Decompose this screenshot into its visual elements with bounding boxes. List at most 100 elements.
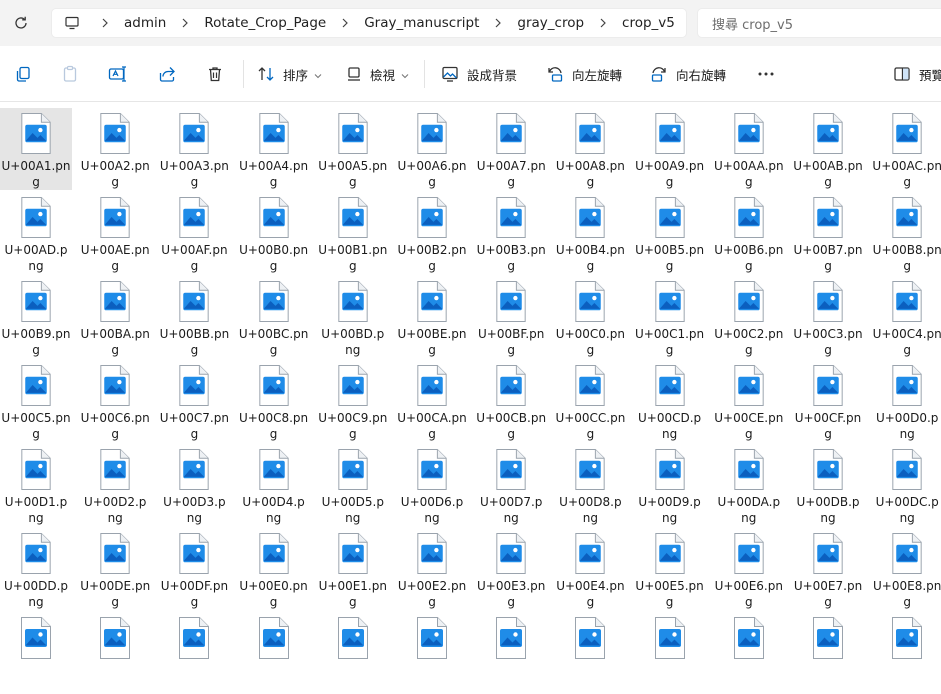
file-item[interactable]: U+00CB.png (475, 360, 547, 442)
file-item-partial[interactable] (238, 612, 310, 694)
file-item[interactable]: U+00AF.png (158, 192, 230, 274)
file-item[interactable]: U+00B2.png (396, 192, 468, 274)
file-item[interactable]: U+00B7.png (792, 192, 864, 274)
view-button[interactable]: 檢視 (346, 61, 409, 87)
copy-button[interactable] (14, 61, 32, 87)
rotate-right-button[interactable]: 向右旋轉 (650, 61, 726, 87)
file-item[interactable]: U+00CC.png (554, 360, 626, 442)
file-item[interactable]: U+00E1.png (317, 528, 389, 610)
search-input[interactable]: 搜尋 crop_v5 (697, 8, 941, 38)
file-item[interactable]: U+00A5.png (317, 108, 389, 190)
file-item[interactable]: U+00BC.png (238, 276, 310, 358)
file-item[interactable]: U+00A2.png (79, 108, 151, 190)
file-item[interactable]: U+00BA.png (79, 276, 151, 358)
breadcrumb-rotate-crop-page[interactable]: Rotate_Crop_Page (204, 15, 326, 31)
file-item[interactable]: U+00CF.png (792, 360, 864, 442)
breadcrumb-crop-v5[interactable]: crop_v5 (622, 15, 675, 31)
file-item[interactable]: U+00C6.png (79, 360, 151, 442)
file-item[interactable]: U+00B1.png (317, 192, 389, 274)
file-item[interactable]: U+00CE.png (713, 360, 785, 442)
file-item[interactable]: U+00C9.png (317, 360, 389, 442)
file-item-partial[interactable] (713, 612, 785, 694)
file-item-partial[interactable] (871, 612, 941, 694)
file-item[interactable]: U+00BE.png (396, 276, 468, 358)
file-item[interactable]: U+00C8.png (238, 360, 310, 442)
file-item[interactable]: U+00C2.png (713, 276, 785, 358)
file-item[interactable]: U+00D0.png (871, 360, 941, 442)
file-item[interactable]: U+00A7.png (475, 108, 547, 190)
file-item[interactable]: U+00AE.png (79, 192, 151, 274)
file-item-partial[interactable] (792, 612, 864, 694)
breadcrumb-gray-manuscript[interactable]: Gray_manuscript (364, 15, 479, 31)
file-item[interactable]: U+00E6.png (713, 528, 785, 610)
file-item-partial[interactable] (317, 612, 389, 694)
file-item[interactable]: U+00E2.png (396, 528, 468, 610)
file-item[interactable]: U+00C4.png (871, 276, 941, 358)
delete-button[interactable] (206, 61, 224, 87)
more-options-button[interactable] (756, 61, 776, 87)
file-item[interactable]: U+00D7.png (475, 444, 547, 526)
file-item[interactable]: U+00C0.png (554, 276, 626, 358)
file-item[interactable]: U+00C5.png (0, 360, 72, 442)
breadcrumb-gray-crop[interactable]: gray_crop (517, 15, 584, 31)
file-item[interactable]: U+00E7.png (792, 528, 864, 610)
file-item[interactable]: U+00E0.png (238, 528, 310, 610)
paste-button[interactable] (61, 61, 79, 87)
file-item-partial[interactable] (79, 612, 151, 694)
rename-button[interactable] (108, 61, 128, 87)
file-item[interactable]: U+00E3.png (475, 528, 547, 610)
file-item[interactable]: U+00CA.png (396, 360, 468, 442)
file-item[interactable]: U+00A4.png (238, 108, 310, 190)
file-item[interactable]: U+00DB.png (792, 444, 864, 526)
file-item[interactable]: U+00A6.png (396, 108, 468, 190)
set-as-background-button[interactable]: 設成背景 (441, 61, 517, 87)
share-button[interactable] (158, 61, 176, 87)
file-item[interactable]: U+00AB.png (792, 108, 864, 190)
refresh-button[interactable] (8, 10, 34, 36)
file-item[interactable]: U+00D1.png (0, 444, 72, 526)
file-item[interactable]: U+00B3.png (475, 192, 547, 274)
file-item[interactable]: U+00E4.png (554, 528, 626, 610)
file-item[interactable]: U+00A1.png (0, 108, 72, 190)
file-item[interactable]: U+00B8.png (871, 192, 941, 274)
file-item[interactable]: U+00CD.png (634, 360, 706, 442)
file-item[interactable]: U+00DF.png (158, 528, 230, 610)
file-item[interactable]: U+00AD.png (0, 192, 72, 274)
file-item-partial[interactable] (158, 612, 230, 694)
file-item[interactable]: U+00D6.png (396, 444, 468, 526)
file-item[interactable]: U+00A8.png (554, 108, 626, 190)
file-item[interactable]: U+00D2.png (79, 444, 151, 526)
file-item[interactable]: U+00D5.png (317, 444, 389, 526)
file-item[interactable]: U+00B9.png (0, 276, 72, 358)
file-item[interactable]: U+00B4.png (554, 192, 626, 274)
file-item[interactable]: U+00D9.png (634, 444, 706, 526)
file-item[interactable]: U+00B6.png (713, 192, 785, 274)
file-item[interactable]: U+00E8.png (871, 528, 941, 610)
file-item[interactable]: U+00B0.png (238, 192, 310, 274)
file-item[interactable]: U+00E5.png (634, 528, 706, 610)
file-item[interactable]: U+00DC.png (871, 444, 941, 526)
file-item[interactable]: U+00C3.png (792, 276, 864, 358)
file-item[interactable]: U+00C7.png (158, 360, 230, 442)
file-item[interactable]: U+00A9.png (634, 108, 706, 190)
sort-button[interactable]: 排序 (257, 61, 322, 87)
file-item-partial[interactable] (634, 612, 706, 694)
file-item[interactable]: U+00D3.png (158, 444, 230, 526)
file-item[interactable]: U+00AA.png (713, 108, 785, 190)
file-item-partial[interactable] (396, 612, 468, 694)
file-item[interactable]: U+00B5.png (634, 192, 706, 274)
file-item[interactable]: U+00DD.png (0, 528, 72, 610)
file-item[interactable]: U+00D4.png (238, 444, 310, 526)
file-item[interactable]: U+00AC.png (871, 108, 941, 190)
this-pc-button[interactable] (64, 15, 86, 31)
breadcrumb-admin[interactable]: admin (124, 15, 166, 31)
file-item[interactable]: U+00A3.png (158, 108, 230, 190)
file-item-partial[interactable] (475, 612, 547, 694)
rotate-left-button[interactable]: 向左旋轉 (546, 61, 622, 87)
file-item[interactable]: U+00BD.png (317, 276, 389, 358)
file-item-partial[interactable] (0, 612, 72, 694)
file-item[interactable]: U+00DE.png (79, 528, 151, 610)
file-item[interactable]: U+00BF.png (475, 276, 547, 358)
file-item[interactable]: U+00D8.png (554, 444, 626, 526)
file-item[interactable]: U+00DA.png (713, 444, 785, 526)
